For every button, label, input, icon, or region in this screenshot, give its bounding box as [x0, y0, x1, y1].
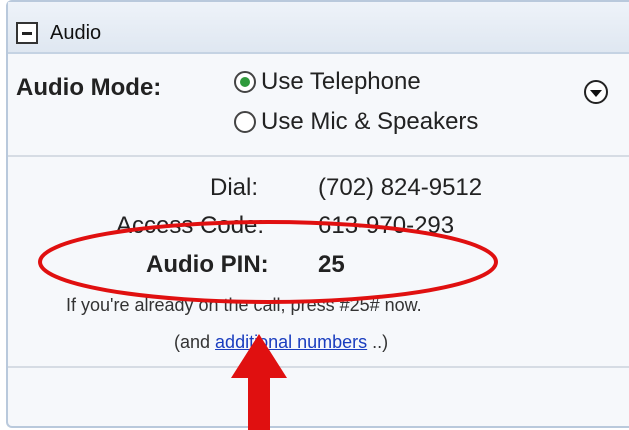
already-on-call-note: If you're already on the call, press #25… — [66, 295, 422, 315]
option-use-mic-speakers[interactable]: Use Mic & Speakers — [234, 108, 478, 136]
access-code-value: 613-970-293 — [318, 212, 455, 239]
more-numbers-line: (and additional numbers ..) — [174, 332, 388, 353]
radio-unselected-icon[interactable] — [234, 111, 256, 133]
dial-label: Dial: — [210, 174, 259, 201]
audio-panel: Audio Audio Mode: Use Telephone Use Mic … — [6, 0, 629, 428]
audio-mode-label: Audio Mode: — [16, 74, 162, 101]
radio-selected-icon[interactable] — [234, 71, 256, 93]
panel-title: Audio — [50, 22, 102, 44]
option-label: Use Telephone — [261, 68, 421, 95]
audio-pin-value: 25 — [318, 251, 345, 278]
divider — [8, 155, 629, 157]
divider — [8, 366, 629, 368]
audio-pin-label: Audio PIN: — [146, 251, 269, 278]
access-code-label: Access Code: — [116, 212, 265, 239]
additional-numbers-link[interactable]: additional numbers — [215, 332, 367, 352]
option-use-telephone[interactable]: Use Telephone — [234, 68, 421, 96]
more-suffix: ..) — [372, 332, 389, 352]
collapse-icon[interactable] — [16, 22, 38, 44]
chevron-down-icon[interactable] — [584, 80, 608, 104]
more-prefix: (and — [174, 332, 211, 352]
option-label: Use Mic & Speakers — [261, 108, 479, 135]
panel-header: Audio — [8, 2, 629, 54]
dial-number: (702) 824-9512 — [318, 174, 483, 201]
